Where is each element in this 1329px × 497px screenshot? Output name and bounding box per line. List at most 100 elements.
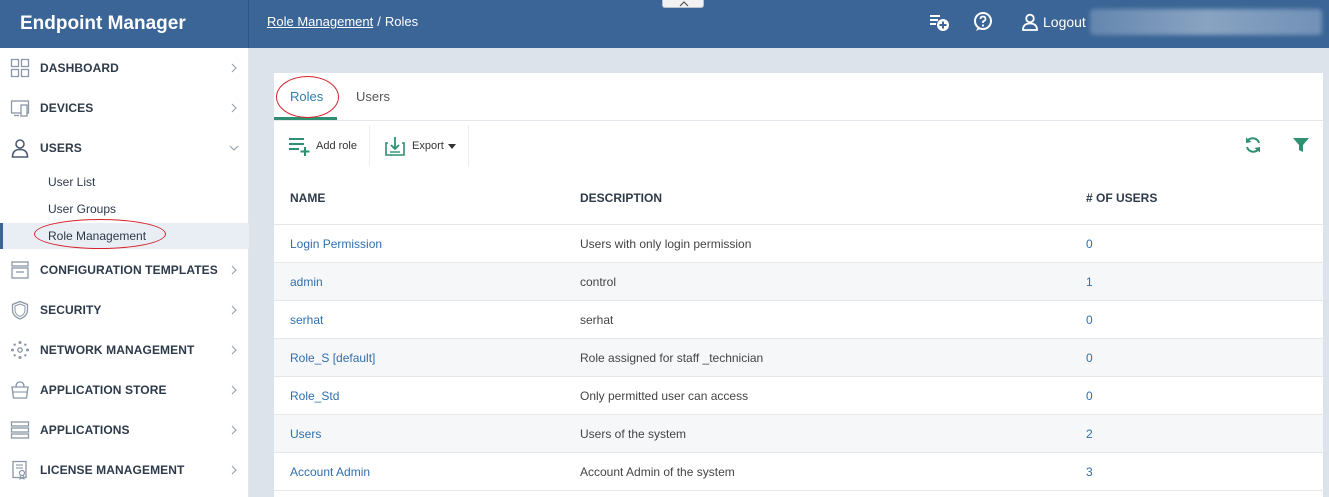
role-description: control: [580, 275, 617, 289]
role-name-link[interactable]: Login Permission: [290, 237, 382, 251]
table-row: admin control 1: [274, 263, 1323, 301]
add-list-icon: [289, 138, 310, 156]
export-label: Export: [412, 140, 444, 152]
active-tab-indicator: [274, 117, 337, 120]
sidebar-item-application-store[interactable]: APPLICATION STORE: [0, 370, 249, 410]
sidebar-item-label: APPLICATION STORE: [40, 383, 167, 397]
sidebar-item-label: NETWORK MANAGEMENT: [40, 343, 195, 357]
caret-down-icon: [447, 143, 456, 149]
add-role-label: Add role: [316, 140, 357, 152]
sidebar-item-applications[interactable]: APPLICATIONS: [0, 410, 249, 450]
tab-bar: Roles Users: [274, 73, 1323, 121]
tab-users[interactable]: Users: [356, 89, 390, 104]
applications-icon: [10, 421, 30, 439]
refresh-icon[interactable]: [1243, 135, 1263, 155]
sidebar-item-devices[interactable]: DEVICES: [0, 88, 249, 128]
column-header-description[interactable]: DESCRIPTION: [580, 191, 662, 205]
user-count-link[interactable]: 0: [1086, 389, 1093, 403]
role-name-link[interactable]: Role_Std: [290, 389, 339, 403]
dashboard-icon: [10, 58, 30, 78]
templates-icon: [11, 261, 29, 279]
export-dropdown-button[interactable]: Export: [384, 121, 468, 171]
sidebar-item-security[interactable]: SECURITY: [0, 290, 249, 330]
breadcrumb-separator: /: [377, 14, 381, 29]
role-name-link[interactable]: Account Admin: [290, 465, 370, 479]
role-description: Account Admin of the system: [580, 465, 735, 479]
top-header: Endpoint Manager Role Management / Roles L…: [0, 0, 1329, 48]
roles-panel: Roles Users Add role Export NAME DESCRIP…: [274, 73, 1323, 497]
license-icon: [12, 460, 27, 480]
toolbar-divider: [468, 125, 469, 167]
chevron-right-icon: [231, 465, 237, 475]
toolbar: Add role Export: [274, 121, 1323, 171]
table-row: Login Permission Users with only login p…: [274, 225, 1323, 263]
add-notification-icon[interactable]: [928, 11, 950, 33]
table-row: Users Users of the system 2: [274, 415, 1323, 453]
role-name-link[interactable]: Role_S [default]: [290, 351, 375, 365]
sidebar-item-dashboard[interactable]: DASHBOARD: [0, 48, 249, 88]
chevron-right-icon: [231, 103, 237, 113]
table-row: Role_S [default] Role assigned for staff…: [274, 339, 1323, 377]
help-icon[interactable]: [972, 11, 994, 33]
chevron-right-icon: [231, 63, 237, 73]
network-icon: [11, 341, 29, 359]
role-name-link[interactable]: Users: [290, 427, 321, 441]
table-row: Role_Std Only permitted user can access …: [274, 377, 1323, 415]
toolbar-divider: [369, 125, 370, 167]
sidebar-item-label: CONFIGURATION TEMPLATES: [40, 263, 218, 277]
logout-label: Logout: [1043, 14, 1086, 30]
sidebar-item-license-management[interactable]: LICENSE MANAGEMENT: [0, 450, 249, 490]
role-description: Users of the system: [580, 427, 687, 441]
sidebar-subitem-role-management[interactable]: Role Management: [0, 223, 249, 249]
sidebar-item-label: DASHBOARD: [40, 61, 119, 75]
table-header: NAME DESCRIPTION # OF USERS: [274, 171, 1323, 225]
devices-icon: [10, 100, 30, 117]
sidebar-item-users[interactable]: USERS: [0, 128, 249, 168]
app-title: Endpoint Manager: [0, 0, 249, 48]
tab-roles[interactable]: Roles: [290, 89, 323, 104]
table-row: Account Admin Account Admin of the syste…: [274, 453, 1323, 491]
role-description: serhat: [580, 313, 614, 327]
export-icon: [385, 137, 405, 156]
sidebar-subitem-user-groups[interactable]: User Groups: [0, 196, 249, 222]
user-count-link[interactable]: 2: [1086, 427, 1093, 441]
table-row: serhat serhat 0: [274, 301, 1323, 339]
store-icon: [11, 381, 29, 399]
breadcrumb: Role Management / Roles: [267, 14, 418, 29]
user-count-link[interactable]: 3: [1086, 465, 1093, 479]
sidebar-item-label: APPLICATIONS: [40, 423, 130, 437]
role-name-link[interactable]: serhat: [290, 313, 323, 327]
shield-icon: [11, 300, 29, 320]
chevron-right-icon: [231, 345, 237, 355]
filter-icon[interactable]: [1291, 135, 1311, 155]
column-header-user-count[interactable]: # OF USERS: [1086, 191, 1157, 205]
user-count-link[interactable]: 0: [1086, 313, 1093, 327]
add-role-button[interactable]: Add role: [288, 121, 370, 171]
user-count-link[interactable]: 0: [1086, 237, 1093, 251]
logout-button[interactable]: Logout: [1021, 13, 1086, 31]
sidebar: DASHBOARD DEVICES USERS User List User G…: [0, 48, 249, 497]
collapse-header-button[interactable]: [662, 0, 704, 8]
user-icon: [11, 139, 29, 158]
user-icon: [1022, 13, 1038, 31]
sidebar-item-configuration-templates[interactable]: CONFIGURATION TEMPLATES: [0, 250, 249, 290]
user-count-link[interactable]: 0: [1086, 351, 1093, 365]
role-name-link[interactable]: admin: [290, 275, 323, 289]
role-description: Users with only login permission: [580, 237, 752, 251]
role-description: Only permitted user can access: [580, 389, 749, 403]
chevron-down-icon: [229, 145, 239, 151]
sidebar-item-label: LICENSE MANAGEMENT: [40, 463, 185, 477]
chevron-right-icon: [231, 385, 237, 395]
chevron-right-icon: [231, 265, 237, 275]
sidebar-item-network-management[interactable]: NETWORK MANAGEMENT: [0, 330, 249, 370]
user-count-link[interactable]: 1: [1086, 275, 1093, 289]
breadcrumb-current: Roles: [384, 14, 419, 29]
role-description: Role assigned for staff _technician: [580, 351, 764, 365]
sidebar-item-label: DEVICES: [40, 101, 94, 115]
chevron-up-icon: [679, 1, 689, 7]
breadcrumb-role-management-link[interactable]: Role Management: [267, 14, 373, 29]
column-header-name[interactable]: NAME: [290, 191, 325, 205]
chevron-right-icon: [231, 305, 237, 315]
blurred-username: [1090, 9, 1322, 35]
sidebar-subitem-user-list[interactable]: User List: [0, 169, 249, 195]
